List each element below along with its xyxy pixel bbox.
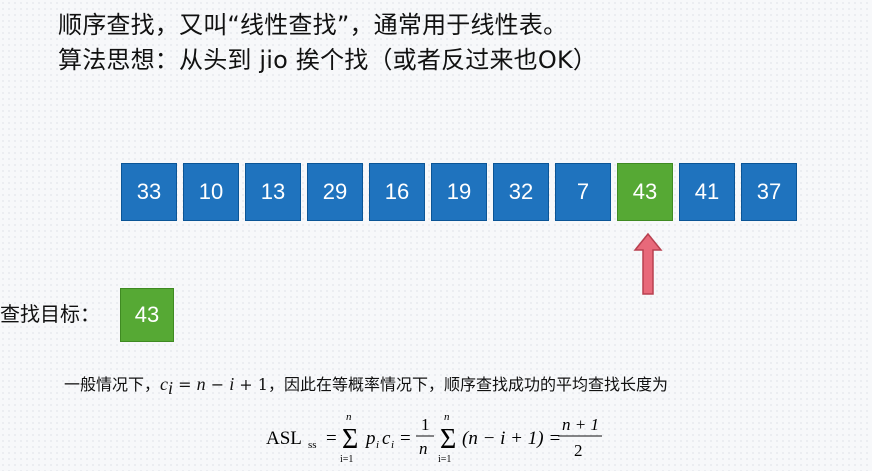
svg-text:i=1: i=1 (438, 454, 451, 465)
headline-line-1: 顺序查找，又叫“线性查找”，通常用于线性表。 (58, 11, 568, 39)
formula-lhs: ASL (266, 428, 302, 449)
array-cell: 29 (307, 163, 363, 221)
formula-sum-bottom: i=1 (340, 454, 353, 465)
pointer-arrow-icon (633, 232, 663, 295)
formula-frac2-den: 2 (574, 441, 583, 460)
formula-frac1-num: 1 (421, 415, 430, 434)
formula-frac2-num: n + 1 (562, 415, 599, 434)
array-cell: 13 (245, 163, 301, 221)
search-target-value: 43 (120, 288, 174, 342)
array-cell: 32 (493, 163, 549, 221)
general-case-prefix: 一般情况下， (64, 375, 161, 394)
headline-line-2: 算法思想：从头到 jio 挨个找（或者反过来也OK） (58, 46, 598, 74)
svg-text:i: i (391, 439, 394, 451)
asl-formula: ASL ss = n Σ i=1 p i c i = 1 n n Σ i=1 (… (266, 411, 602, 465)
general-case-suffix: ，因此在等概率情况下，顺序查找成功的平均查找长度为 (267, 375, 668, 394)
search-target-label: 查找目标： (0, 302, 100, 326)
array-cell: 43 (617, 163, 673, 221)
formula-sum-top: n (346, 411, 352, 423)
array-cell: 10 (183, 163, 239, 221)
general-case-text: 一般情况下，ci = n − i + 1，因此在等概率情况下，顺序查找成功的平均… (64, 372, 668, 403)
general-case-equation: ci = n − i + 1 (160, 374, 268, 399)
array-cell: 41 (679, 163, 735, 221)
array-cells: 33 10 13 29 16 19 32 7 43 41 37 (121, 163, 797, 221)
svg-text:=: = (326, 428, 337, 449)
array-cell: 16 (369, 163, 425, 221)
formula-lhs-sub: ss (308, 439, 317, 451)
formula-term: (n − i + 1) = (462, 428, 561, 449)
array-cell: 19 (431, 163, 487, 221)
sum-sign-icon: Σ (342, 424, 358, 455)
svg-text:=: = (400, 428, 411, 449)
formula-frac1-den: n (419, 439, 428, 458)
array-cell: 7 (555, 163, 611, 221)
array-cell: 33 (121, 163, 177, 221)
array-cell: 37 (741, 163, 797, 221)
svg-text:Σ: Σ (440, 424, 456, 455)
svg-text:p: p (364, 428, 376, 449)
svg-text:c: c (382, 428, 391, 449)
svg-text:n: n (444, 411, 450, 423)
svg-text:i: i (376, 439, 379, 451)
